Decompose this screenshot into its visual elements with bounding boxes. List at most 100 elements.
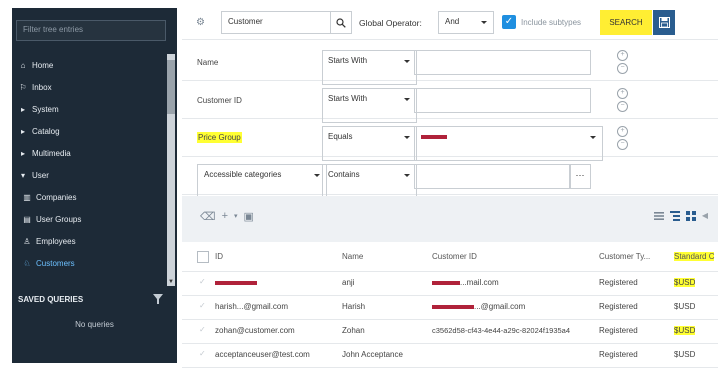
criteria-row: Customer ID Starts With + − — [182, 80, 718, 123]
add-remove-controls: + − — [617, 126, 628, 152]
list-view-icon[interactable] — [653, 211, 664, 221]
operator-value: Equals — [328, 132, 353, 141]
tree-item-label: Multimedia — [32, 148, 71, 158]
type-tree-icon[interactable]: ⚙ — [196, 17, 208, 29]
triangle-down-icon: ▾ — [20, 170, 25, 180]
table-row[interactable]: ✓ acceptanceuser@test.com John Acceptanc… — [182, 343, 718, 368]
tree-item-user-groups[interactable]: ▤ User Groups — [12, 208, 167, 230]
cell-id: acceptanceuser@test.com — [215, 350, 310, 359]
field-value: Accessible categories — [204, 170, 282, 179]
criteria-field-label: Name — [197, 58, 219, 67]
tree-item-label: User — [32, 170, 49, 180]
criteria-operator-select[interactable]: Contains — [322, 164, 417, 199]
cell-currency: $USD — [674, 326, 696, 335]
chevron-down-icon — [481, 21, 487, 24]
chevron-down-icon[interactable]: ▾ — [234, 210, 238, 224]
grid-view-icon[interactable] — [685, 211, 696, 221]
table-header: ID Name Customer ID Customer Ty... Stand… — [182, 242, 718, 272]
employee-icon: ♙ — [23, 236, 31, 246]
home-icon: ⌂ — [20, 60, 26, 70]
chevron-down-icon — [404, 98, 410, 101]
cell-id: harish...@gmail.com — [215, 302, 289, 311]
chevron-down-icon — [404, 60, 410, 63]
scroll-left-icon[interactable]: ◀ — [702, 211, 708, 221]
view-switcher: ◀ — [653, 211, 708, 221]
tree-item-user[interactable]: ▾ User — [12, 164, 167, 186]
criteria-row: Price Group Equals + − — [182, 118, 718, 161]
tree-scrollbar[interactable]: ▼ — [167, 54, 175, 286]
global-operator-value: And — [445, 17, 460, 26]
tree-item-multimedia[interactable]: ▸ Multimedia — [12, 142, 167, 164]
results-toolbar: ⌫ + ▾ ▣ ◀ — [182, 196, 718, 242]
save-query-button[interactable] — [653, 10, 675, 35]
criteria-row: Name Starts With + − — [182, 42, 718, 85]
tree-item-label: Customers — [36, 258, 75, 268]
check-icon[interactable]: ✓ — [199, 277, 206, 286]
filter-funnel-icon[interactable] — [153, 294, 163, 304]
more-options-button[interactable]: ⋯ — [569, 164, 591, 189]
operator-value: Starts With — [328, 94, 368, 103]
tree-item-label: System — [32, 104, 59, 114]
chevron-down-icon — [314, 174, 320, 177]
column-header-id[interactable]: ID — [215, 252, 223, 261]
redacted-value — [432, 304, 474, 309]
tree-item-catalog[interactable]: ▸ Catalog — [12, 120, 167, 142]
cell-customer-id: c3562d58-cf43-4e44-a29c-82024f1935a4 — [432, 326, 571, 335]
operator-value: Starts With — [328, 56, 368, 65]
remove-criteria-icon[interactable]: − — [617, 139, 628, 150]
customer-id-text: ...mail.com — [460, 278, 499, 287]
search-button[interactable]: SEARCH — [600, 10, 652, 35]
criteria-value-input[interactable] — [414, 164, 571, 189]
chevron-down-icon — [590, 136, 596, 139]
global-operator-select[interactable]: And — [438, 11, 494, 34]
include-subtypes-label: Include subtypes — [521, 18, 582, 27]
check-icon[interactable]: ✓ — [199, 325, 206, 334]
add-remove-controls: + − — [617, 88, 628, 114]
tree-view-icon[interactable] — [669, 211, 680, 221]
column-header-standard-currency[interactable]: Standard C — [674, 252, 715, 261]
tree-item-home[interactable]: ⌂ Home — [12, 54, 167, 76]
select-all-checkbox[interactable] — [197, 251, 209, 263]
redacted-value — [421, 134, 447, 139]
add-icon[interactable]: + — [222, 210, 228, 224]
search-icon[interactable] — [330, 11, 352, 34]
save-icon — [658, 17, 670, 28]
add-criteria-icon[interactable]: + — [617, 88, 628, 99]
scrollbar-thumb[interactable] — [167, 60, 175, 114]
tree-item-employees[interactable]: ♙ Employees — [12, 230, 167, 252]
add-criteria-icon[interactable]: + — [617, 50, 628, 61]
scroll-down-arrow-icon[interactable]: ▼ — [167, 278, 175, 286]
cell-currency: $USD — [674, 278, 696, 287]
trash-icon[interactable]: ⌫ — [200, 210, 216, 224]
tree-item-system[interactable]: ▸ System — [12, 98, 167, 120]
cell-type: Registered — [599, 278, 638, 287]
check-icon[interactable]: ✓ — [199, 301, 206, 310]
tree-item-inbox[interactable]: ⚐ Inbox — [12, 76, 167, 98]
tree-item-label: Home — [32, 60, 54, 70]
tree-item-customers[interactable]: ♘ Customers — [12, 252, 167, 274]
criteria-field-select[interactable]: Accessible categories — [197, 164, 327, 199]
saved-queries-header: SAVED QUERIES — [12, 288, 177, 310]
tree-filter-input[interactable]: Filter tree entries — [16, 20, 166, 41]
remove-criteria-icon[interactable]: − — [617, 101, 628, 112]
include-subtypes-checkbox[interactable]: ✓ — [502, 15, 516, 29]
table-row[interactable]: ✓ zohan@customer.com Zohan c3562d58-cf43… — [182, 319, 718, 344]
redacted-value — [215, 280, 257, 285]
column-header-customer-id[interactable]: Customer ID — [432, 252, 477, 261]
table-row[interactable]: ✓ anji@...com anji ...mail.com Registere… — [182, 271, 718, 296]
save-icon[interactable]: ▣ — [244, 210, 254, 224]
chevron-down-icon — [404, 174, 410, 177]
column-header-name[interactable]: Name — [342, 252, 363, 261]
customer-icon: ♘ — [23, 258, 31, 268]
type-search-input[interactable]: Customer — [221, 11, 331, 34]
table-row[interactable]: ✓ harish...@gmail.com Harish ...@gmail.c… — [182, 295, 718, 320]
cell-currency: $USD — [674, 350, 696, 359]
criteria-value-input[interactable] — [414, 88, 591, 113]
check-icon[interactable]: ✓ — [199, 349, 206, 358]
tree-item-companies[interactable]: ▥ Companies — [12, 186, 167, 208]
criteria-value-input[interactable] — [414, 50, 591, 75]
redacted-value — [432, 280, 460, 285]
column-header-customer-type[interactable]: Customer Ty... — [599, 252, 650, 261]
remove-criteria-icon[interactable]: − — [617, 63, 628, 74]
add-criteria-icon[interactable]: + — [617, 126, 628, 137]
